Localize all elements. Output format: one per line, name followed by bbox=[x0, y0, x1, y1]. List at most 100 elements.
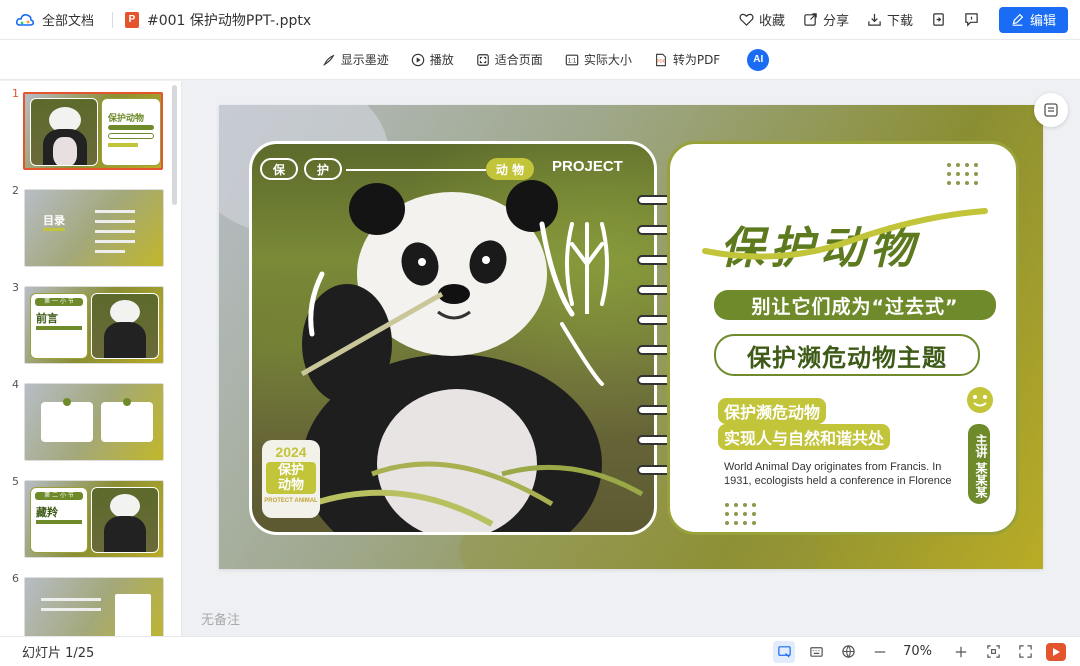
protect-animal-text: PROTECT ANIMAL bbox=[264, 498, 318, 504]
thumbnail-slide-4[interactable] bbox=[24, 383, 164, 461]
thumbnail-item[interactable]: 2 目录 bbox=[0, 184, 170, 267]
actual-size-label: 实际大小 bbox=[583, 53, 632, 67]
ai-assistant-button[interactable]: AI bbox=[747, 48, 770, 71]
notes-icon bbox=[1044, 103, 1058, 117]
edit-label: 编辑 bbox=[1029, 14, 1056, 29]
download-button[interactable]: 下载 bbox=[867, 10, 913, 29]
thumbnail-item[interactable]: 1 保护动物 bbox=[0, 87, 170, 170]
breadcrumb-all-docs[interactable]: 全部文档 bbox=[42, 10, 94, 29]
view-toolbar: 显示墨迹 播放 适合页面 1:1 实际大小 PDF 转为PDF AI bbox=[0, 40, 1080, 80]
fit-page-button[interactable]: 适合页面 bbox=[476, 51, 543, 68]
web-view-button[interactable] bbox=[837, 641, 859, 663]
cloud-icon[interactable] bbox=[16, 13, 35, 27]
tag-bao: 保 bbox=[260, 158, 298, 180]
tag-dongwu: 动 物 bbox=[486, 158, 534, 180]
ppt-file-icon: P bbox=[125, 11, 140, 28]
thumbnail-slide-5[interactable]: 第 二 小 节 藏羚 bbox=[24, 480, 164, 558]
share-icon bbox=[804, 13, 817, 26]
thumbnail-number: 3 bbox=[12, 281, 19, 294]
thumbnail-slide-1[interactable]: 保护动物 bbox=[23, 92, 163, 170]
minus-icon bbox=[874, 650, 886, 653]
pencil-icon bbox=[1012, 13, 1024, 26]
zoom-out-button[interactable] bbox=[869, 641, 891, 663]
zoom-in-button[interactable] bbox=[950, 641, 972, 663]
share-button[interactable]: 分享 bbox=[803, 10, 849, 29]
play-icon bbox=[411, 53, 425, 66]
fit-window-button[interactable] bbox=[982, 641, 1004, 663]
svg-text:1:1: 1:1 bbox=[568, 57, 577, 64]
actual-size-button[interactable]: 1:1 实际大小 bbox=[565, 51, 632, 68]
wheat-icon bbox=[565, 222, 609, 314]
thumbnail-slide-6[interactable] bbox=[24, 577, 164, 636]
thumbnail-title: 前言 bbox=[36, 312, 58, 325]
thumbnail-item[interactable]: 4 bbox=[0, 378, 170, 461]
speaker-tag: 主讲 某某某 bbox=[968, 424, 990, 504]
highlight-line-1: 保护濒危动物 bbox=[718, 398, 827, 424]
theme-pill: 保护濒危动物主题 bbox=[714, 334, 980, 376]
show-ink-button[interactable]: 显示墨迹 bbox=[322, 51, 389, 68]
thumbnail-slide-2[interactable]: 目录 bbox=[24, 189, 164, 267]
status-bar: 幻灯片 1/25 70% bbox=[0, 636, 1080, 666]
pdf-icon: PDF bbox=[655, 53, 666, 66]
thumbnail-section: 第 一 小 节 bbox=[35, 298, 83, 306]
keyboard-icon bbox=[809, 647, 823, 657]
comment-button[interactable] bbox=[964, 12, 979, 27]
download-label: 下载 bbox=[886, 14, 913, 29]
project-label: PROJECT bbox=[552, 158, 623, 175]
thumbnail-number: 1 bbox=[12, 87, 19, 100]
fit-page-icon bbox=[476, 53, 489, 66]
export-icon bbox=[933, 13, 944, 26]
thumbnail-number: 6 bbox=[12, 572, 19, 585]
thumbnail-item[interactable]: 3 第 一 小 节 前言 bbox=[0, 281, 170, 364]
fullscreen-button[interactable] bbox=[1014, 641, 1036, 663]
thumbnail-slide-3[interactable]: 第 一 小 节 前言 bbox=[24, 286, 164, 364]
download-icon bbox=[868, 13, 881, 26]
highlight-line-2: 实现人与自然和谐共处 bbox=[718, 424, 891, 450]
thumbnail-item[interactable]: 5 第 二 小 节 藏羚 bbox=[0, 475, 170, 558]
speaker-notes[interactable]: 无备注 bbox=[201, 609, 240, 628]
export-button[interactable] bbox=[931, 12, 946, 27]
divider bbox=[112, 11, 114, 28]
thumbnail-number: 4 bbox=[12, 378, 19, 391]
play-icon bbox=[1053, 647, 1060, 656]
edit-button[interactable]: 编辑 bbox=[998, 6, 1068, 33]
to-pdf-button[interactable]: PDF 转为PDF bbox=[654, 51, 720, 68]
sidebar-scrollbar[interactable] bbox=[172, 85, 177, 205]
slide-canvas: 保 护 动 物 PROJECT 2024 保护 动物 PROTECT ANIMAL bbox=[183, 81, 1080, 636]
top-bar: 全部文档 P #001 保护动物PPT-.pptx 收藏 分享 下载 编辑 bbox=[0, 0, 1080, 40]
heart-icon bbox=[739, 13, 754, 26]
swoosh-decoration bbox=[702, 208, 988, 260]
slide-menu-button[interactable] bbox=[1034, 93, 1068, 127]
fit-page-label: 适合页面 bbox=[494, 53, 543, 67]
thumbnail-item[interactable]: 6 bbox=[0, 572, 170, 636]
year-box: 2024 保护 动物 PROTECT ANIMAL bbox=[262, 440, 320, 518]
plus-icon bbox=[955, 646, 967, 657]
normal-view-icon bbox=[777, 646, 791, 658]
year-text: 2024 bbox=[275, 444, 307, 460]
slide-preview[interactable]: 保 护 动 物 PROJECT 2024 保护 动物 PROTECT ANIMAL bbox=[219, 105, 1043, 569]
slide-counter: 幻灯片 1/25 bbox=[22, 646, 95, 661]
comment-icon bbox=[965, 13, 978, 27]
zoom-level[interactable]: 70% bbox=[903, 644, 932, 659]
slide-thumbnail-panel: 1 保护动物 2 目录 3 第 一 小 节 前言 4 5 第 二 小 节 藏羚 … bbox=[0, 81, 182, 636]
play-button[interactable]: 播放 bbox=[411, 51, 454, 68]
thumbnail-section: 第 二 小 节 bbox=[35, 492, 83, 500]
favorite-button[interactable]: 收藏 bbox=[739, 10, 785, 29]
fullscreen-icon bbox=[1018, 645, 1032, 658]
title-card: 保护动物 别让它们成为“过去式” 保护濒危动物主题 保护濒危动物 实现人与自然和… bbox=[667, 141, 1019, 535]
favorite-label: 收藏 bbox=[758, 14, 785, 29]
year-title: 保护 动物 bbox=[266, 462, 316, 494]
subtitle-pill: 别让它们成为“过去式” bbox=[714, 290, 996, 320]
notes-view-button[interactable] bbox=[805, 641, 827, 663]
ink-icon bbox=[323, 53, 335, 66]
svg-text:PDF: PDF bbox=[656, 58, 665, 63]
normal-view-button[interactable] bbox=[773, 640, 796, 663]
panda-photo-card: 保 护 动 物 PROJECT 2024 保护 动物 PROTECT ANIMAL bbox=[249, 141, 657, 535]
thumbnail-title: 保护动物 bbox=[108, 114, 145, 124]
dots-decoration bbox=[947, 163, 978, 185]
slideshow-button[interactable] bbox=[1046, 642, 1066, 661]
tag-hu: 护 bbox=[304, 158, 342, 180]
actual-size-icon: 1:1 bbox=[565, 54, 579, 65]
fit-window-icon bbox=[986, 645, 1000, 658]
body-text: World Animal Day originates from Francis… bbox=[724, 461, 952, 487]
